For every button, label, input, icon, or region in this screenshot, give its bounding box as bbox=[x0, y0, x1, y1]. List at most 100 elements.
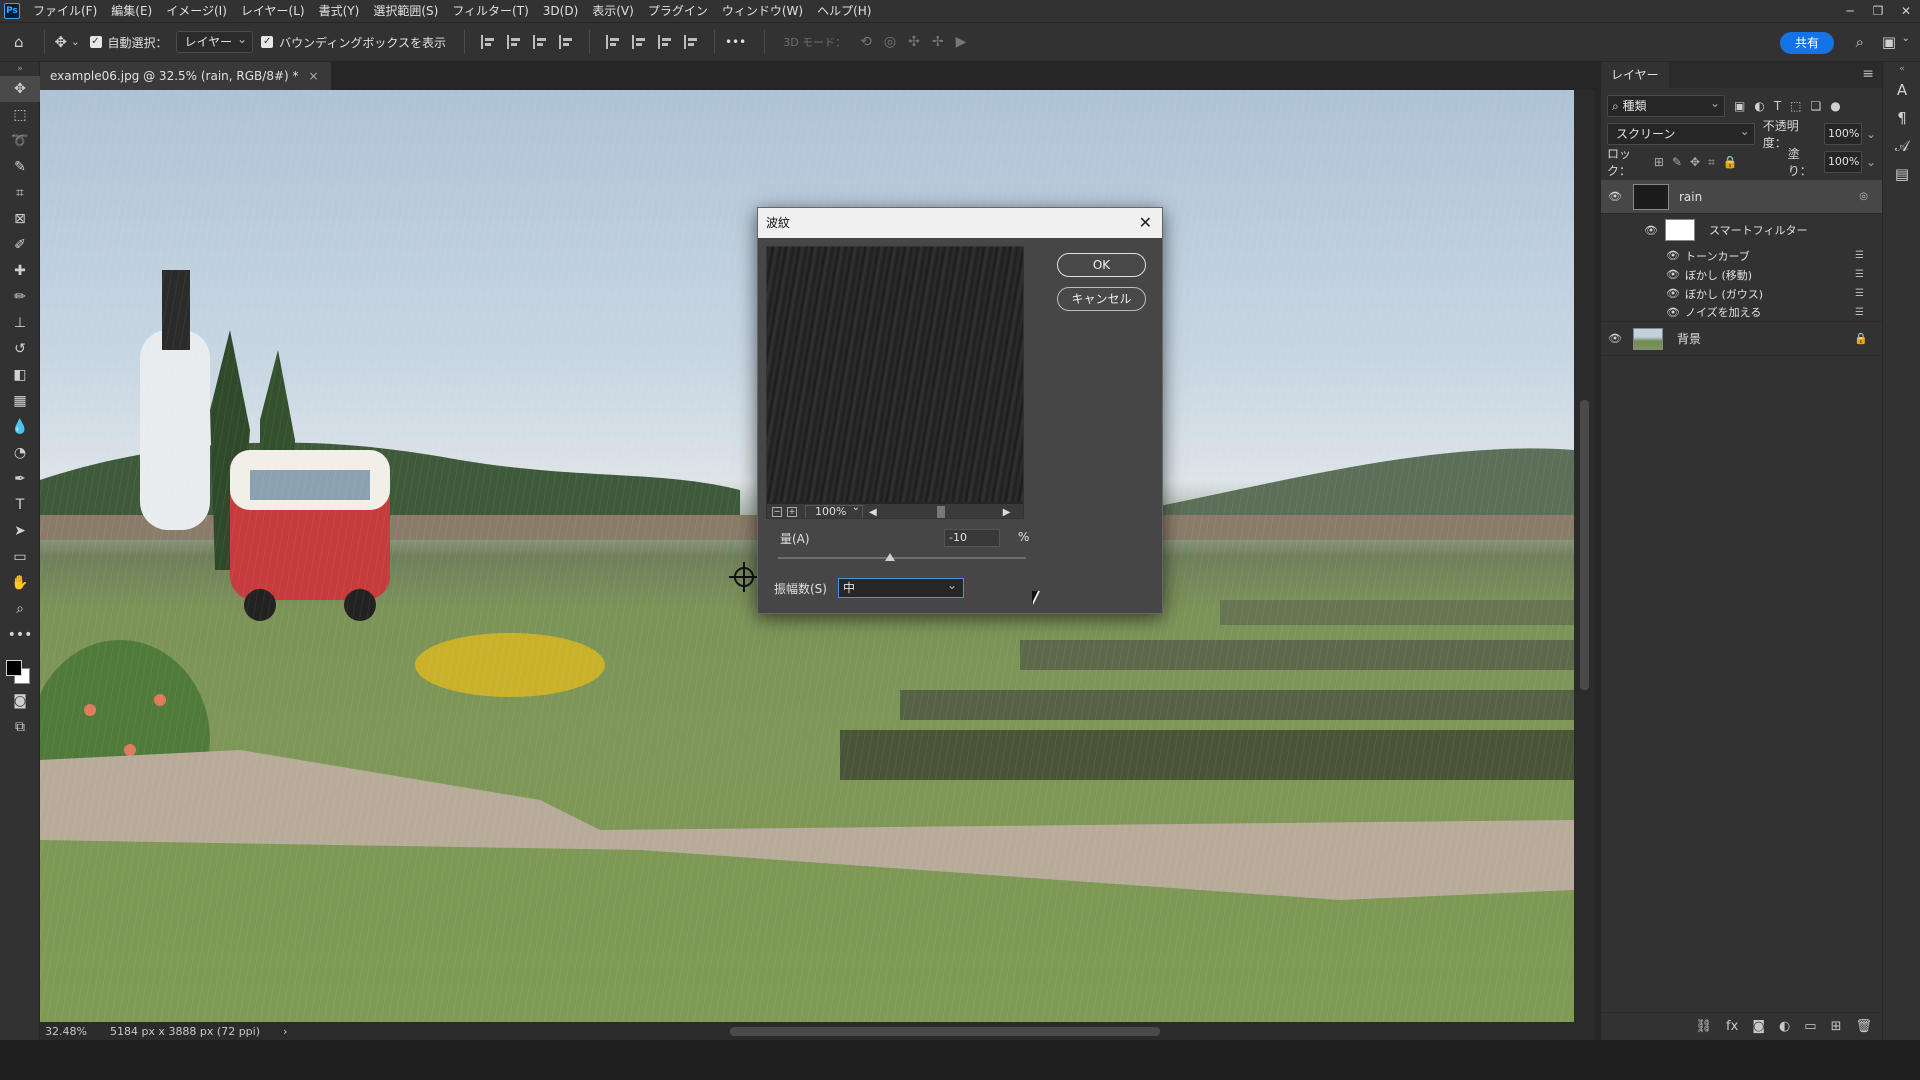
status-menu-arrow[interactable]: › bbox=[283, 1025, 287, 1038]
lock-position-icon[interactable]: ✥ bbox=[1690, 155, 1700, 169]
auto-select-checkbox[interactable]: ✓ bbox=[89, 36, 102, 48]
eyedropper-tool-icon[interactable]: ✐ bbox=[0, 232, 40, 258]
home-icon[interactable]: ⌂ bbox=[14, 33, 24, 51]
amount-slider-handle[interactable] bbox=[884, 553, 895, 561]
minimize-icon[interactable]: ─ bbox=[1836, 0, 1864, 22]
collapse-dock-icon[interactable]: « bbox=[1883, 62, 1920, 76]
menu-file[interactable]: ファイル(F) bbox=[26, 0, 104, 22]
layer-effects-icon[interactable]: fx bbox=[1726, 1019, 1738, 1034]
move-tool-icon[interactable]: ✥ bbox=[55, 33, 68, 51]
camera-3d-icon[interactable]: ▶ bbox=[956, 34, 967, 50]
stamp-tool-icon[interactable]: ⊥ bbox=[0, 310, 40, 336]
lock-pixels-icon[interactable]: ✎ bbox=[1672, 155, 1682, 169]
visibility-eye-icon[interactable]: 👁 bbox=[1665, 306, 1681, 319]
filter-options-icon[interactable]: ☰ bbox=[1855, 250, 1864, 261]
add-mask-icon[interactable]: ◙ bbox=[1752, 1019, 1765, 1034]
healing-brush-tool-icon[interactable]: ✚ bbox=[0, 258, 40, 284]
shape-filter-icon[interactable]: ⬚ bbox=[1790, 99, 1801, 113]
preview-zoom-dropdown[interactable]: 100% bbox=[805, 502, 863, 518]
smart-filter-item[interactable]: 👁 ぼかし (移動) ☰ bbox=[1601, 265, 1882, 284]
smart-filters-row[interactable]: 👁 スマートフィルター bbox=[1601, 214, 1882, 246]
marquee-tool-icon[interactable]: ⬚ bbox=[0, 102, 40, 128]
pen-tool-icon[interactable]: ✒ bbox=[0, 466, 40, 492]
quick-mask-icon[interactable]: ◙ bbox=[0, 688, 40, 714]
scrollbar-thumb[interactable] bbox=[730, 1027, 1160, 1036]
fill-input[interactable]: 100% bbox=[1823, 151, 1862, 173]
move-tool-icon[interactable]: ✥ bbox=[0, 76, 40, 102]
adjustment-layer-icon[interactable]: ◐ bbox=[1779, 1019, 1790, 1034]
menu-window[interactable]: ウィンドウ(W) bbox=[715, 0, 810, 22]
lock-transparent-icon[interactable]: ⊞ bbox=[1654, 155, 1664, 169]
filter-toggle-icon[interactable]: ● bbox=[1830, 99, 1840, 113]
close-tab-icon[interactable]: × bbox=[309, 62, 319, 90]
roll-3d-icon[interactable]: ◎ bbox=[884, 34, 896, 50]
chevron-down-icon[interactable]: ⌄ bbox=[1866, 127, 1876, 141]
screen-mode-icon[interactable]: ⧉ bbox=[0, 714, 40, 740]
scrollbar-thumb[interactable] bbox=[1580, 400, 1589, 690]
align-left-icon[interactable] bbox=[480, 35, 495, 49]
type-tool-icon[interactable]: T bbox=[0, 492, 40, 518]
canvas-vertical-scrollbar[interactable] bbox=[1574, 90, 1595, 1022]
close-icon[interactable]: ✕ bbox=[1892, 0, 1920, 22]
smart-object-filter-icon[interactable]: ❏ bbox=[1811, 99, 1822, 113]
menu-type[interactable]: 書式(Y) bbox=[312, 0, 367, 22]
type-filter-icon[interactable]: T bbox=[1774, 99, 1781, 113]
orbit-3d-icon[interactable]: ⟲ bbox=[860, 34, 872, 50]
brush-tool-icon[interactable]: ✏ bbox=[0, 284, 40, 310]
tab-layers[interactable]: レイヤー bbox=[1601, 62, 1669, 88]
scroll-right-icon[interactable]: ▶ bbox=[1003, 507, 1011, 518]
link-layers-icon[interactable]: ⛓ bbox=[1696, 1019, 1713, 1034]
layer-filter-kind-dropdown[interactable]: ⌕ 種類 bbox=[1607, 93, 1725, 117]
new-layer-icon[interactable]: ⊞ bbox=[1831, 1019, 1842, 1034]
rectangle-tool-icon[interactable]: ▭ bbox=[0, 544, 40, 570]
collapse-toolbox-icon[interactable]: » bbox=[0, 62, 40, 76]
path-select-tool-icon[interactable]: ➤ bbox=[0, 518, 40, 544]
crop-tool-icon[interactable]: ⌗ bbox=[0, 180, 40, 206]
scrollbar-thumb[interactable] bbox=[936, 506, 945, 518]
quick-select-tool-icon[interactable]: ✎ bbox=[0, 154, 40, 180]
align-center-icon[interactable] bbox=[506, 35, 521, 49]
bounding-box-checkbox[interactable]: ✓ bbox=[261, 36, 274, 48]
menu-filter[interactable]: フィルター(T) bbox=[445, 0, 535, 22]
new-group-icon[interactable]: ▭ bbox=[1804, 1019, 1816, 1034]
chevron-down-icon[interactable]: ⌄ bbox=[1866, 155, 1876, 169]
cancel-button[interactable]: キャンセル bbox=[1057, 287, 1146, 311]
ok-button[interactable]: OK bbox=[1057, 253, 1146, 277]
workspace-icon[interactable]: ▣ bbox=[1882, 33, 1896, 51]
visibility-eye-icon[interactable]: 👁 bbox=[1607, 332, 1623, 345]
gradient-tool-icon[interactable]: ▦ bbox=[0, 388, 40, 414]
zoom-level[interactable]: 32.48% bbox=[45, 1025, 87, 1038]
menu-plugins[interactable]: プラグイン bbox=[641, 0, 715, 22]
more-options-button[interactable]: ••• bbox=[725, 35, 746, 49]
slide-3d-icon[interactable]: ✢ bbox=[932, 34, 944, 50]
drag-3d-icon[interactable]: ✣ bbox=[908, 34, 920, 50]
align-top-icon[interactable] bbox=[605, 35, 620, 49]
foreground-color-swatch[interactable] bbox=[6, 660, 22, 676]
panel-menu-icon[interactable]: ≡ bbox=[1862, 66, 1874, 82]
character-panel-icon[interactable]: A bbox=[1883, 76, 1920, 104]
chevron-down-icon[interactable]: ⌄ bbox=[1902, 33, 1910, 44]
restore-icon[interactable]: ❐ bbox=[1864, 0, 1892, 22]
visibility-eye-icon[interactable]: 👁 bbox=[1665, 287, 1681, 300]
filter-options-icon[interactable]: ☰ bbox=[1855, 288, 1864, 299]
adjustment-filter-icon[interactable]: ◐ bbox=[1754, 99, 1764, 113]
layer-row-background[interactable]: 👁 背景 🔒 bbox=[1601, 322, 1882, 356]
smart-filter-item[interactable]: 👁 ぼかし (ガウス) ☰ bbox=[1601, 284, 1882, 303]
blur-tool-icon[interactable]: 💧 bbox=[0, 414, 40, 440]
lock-artboard-icon[interactable]: ⌗ bbox=[1708, 155, 1715, 170]
menu-view[interactable]: 表示(V) bbox=[585, 0, 641, 22]
glyphs-panel-icon[interactable]: 𝒜 bbox=[1883, 132, 1920, 160]
menu-select[interactable]: 選択範囲(S) bbox=[366, 0, 445, 22]
layer-row-rain[interactable]: 👁 rain ◎ bbox=[1601, 180, 1882, 214]
opacity-input[interactable]: 100% bbox=[1823, 123, 1862, 145]
visibility-eye-icon[interactable]: 👁 bbox=[1643, 224, 1659, 237]
properties-panel-icon[interactable]: ▤ bbox=[1883, 160, 1920, 188]
more-tools-icon[interactable]: ••• bbox=[0, 622, 40, 648]
menu-edit[interactable]: 編集(E) bbox=[104, 0, 159, 22]
menu-layer[interactable]: レイヤー(L) bbox=[234, 0, 312, 22]
filter-options-icon[interactable]: ☰ bbox=[1855, 307, 1864, 318]
amount-input[interactable]: -10 bbox=[944, 529, 1000, 547]
filter-options-icon[interactable]: ☰ bbox=[1855, 269, 1864, 280]
lock-all-icon[interactable]: 🔒 bbox=[1723, 155, 1738, 169]
menu-help[interactable]: ヘルプ(H) bbox=[810, 0, 878, 22]
